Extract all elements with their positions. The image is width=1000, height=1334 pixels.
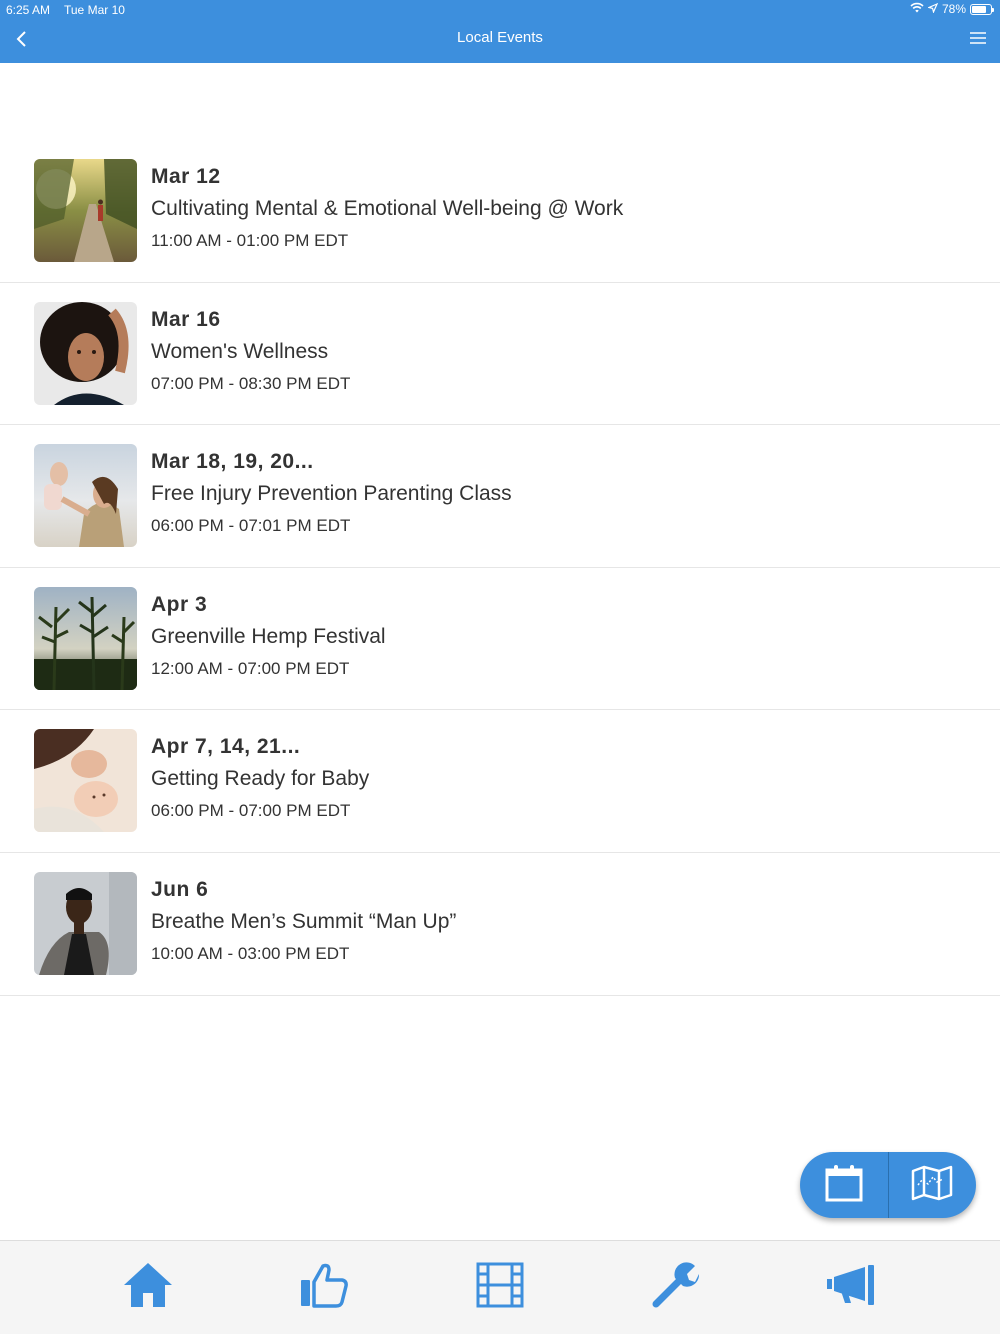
event-list-item[interactable]: Apr 7, 14, 21... Getting Ready for Baby … [0, 710, 1000, 853]
event-time: 12:00 AM - 07:00 PM EDT [151, 658, 350, 678]
home-icon [122, 1261, 174, 1314]
map-view-button[interactable] [889, 1152, 977, 1218]
event-date: Apr 3 [151, 592, 208, 616]
thumbs-up-icon [299, 1262, 349, 1313]
event-title: Free Injury Prevention Parenting Class [151, 482, 512, 506]
event-title: Greenville Hemp Festival [151, 624, 386, 648]
event-thumbnail-man-portrait [34, 871, 137, 975]
location-arrow-icon [927, 2, 939, 16]
status-bar: 6:25 AM Tue Mar 10 78% [0, 0, 1000, 20]
wrench-icon [651, 1260, 701, 1315]
tab-videos[interactable] [470, 1258, 530, 1318]
map-icon [911, 1165, 953, 1206]
bottom-tab-bar [0, 1240, 1000, 1334]
tab-home[interactable] [118, 1258, 178, 1318]
megaphone-icon [825, 1263, 879, 1312]
event-thumbnail-mother-baby [34, 729, 137, 833]
tab-likes[interactable] [294, 1258, 354, 1318]
battery-percent: 78% [941, 2, 966, 16]
event-text: Apr 7, 14, 21... Getting Ready for Baby … [151, 735, 369, 821]
tab-announcements[interactable] [822, 1258, 882, 1318]
wifi-icon [910, 2, 924, 16]
calendar-view-button[interactable] [800, 1152, 888, 1218]
menu-button[interactable] [968, 28, 990, 50]
event-title: Women's Wellness [151, 339, 329, 363]
event-list-item[interactable]: Mar 16 Women's Wellness 07:00 PM - 08:30… [0, 283, 1000, 426]
event-text: Mar 12 Cultivating Mental & Emotional We… [151, 165, 623, 251]
event-list-item[interactable]: Mar 18, 19, 20... Free Injury Prevention… [0, 425, 1000, 568]
event-date: Mar 16 [151, 307, 221, 331]
event-title: Breathe Men’s Summit “Man Up” [151, 909, 457, 933]
status-date: Tue Mar 10 [64, 3, 125, 17]
event-date: Apr 7, 14, 21... [151, 735, 301, 759]
status-time: 6:25 AM [6, 3, 51, 17]
event-date: Mar 18, 19, 20... [151, 450, 314, 474]
event-text: Jun 6 Breathe Men’s Summit “Man Up” 10:0… [151, 878, 456, 964]
event-time: 06:00 PM - 07:01 PM EDT [151, 516, 351, 536]
event-thumbnail-hemp-plants [34, 586, 137, 690]
event-title: Cultivating Mental & Emotional Well-bein… [151, 197, 624, 220]
event-time: 06:00 PM - 07:00 PM EDT [151, 801, 351, 821]
event-time: 07:00 PM - 08:30 PM EDT [151, 373, 351, 393]
event-thumbnail-path-walk [34, 159, 137, 262]
status-right: 78% [910, 2, 994, 16]
event-list-item[interactable]: Jun 6 Breathe Men’s Summit “Man Up” 10:0… [0, 853, 1000, 996]
view-toggle-group [800, 1152, 976, 1218]
event-time: 11:00 AM - 01:00 PM EDT [151, 231, 349, 250]
event-title: Getting Ready for Baby [151, 767, 370, 791]
event-text: Mar 18, 19, 20... Free Injury Prevention… [151, 450, 512, 536]
event-list-item[interactable]: Apr 3 Greenville Hemp Festival 12:00 AM … [0, 568, 1000, 711]
event-list-item[interactable]: Mar 12 Cultivating Mental & Emotional We… [0, 140, 1000, 283]
event-text: Mar 16 Women's Wellness 07:00 PM - 08:30… [151, 308, 350, 394]
battery-icon [970, 3, 994, 15]
event-text: Apr 3 Greenville Hemp Festival 12:00 AM … [151, 593, 386, 679]
film-icon [476, 1262, 524, 1313]
event-date: Jun 6 [151, 877, 209, 901]
event-thumbnail-mother-child [34, 444, 137, 548]
event-thumbnail-woman-portrait [34, 301, 137, 405]
hamburger-icon [968, 32, 988, 52]
page-title: Local Events [457, 29, 543, 46]
tab-tools[interactable] [646, 1258, 706, 1318]
event-time: 10:00 AM - 03:00 PM EDT [151, 943, 350, 963]
nav-bar: Local Events [0, 20, 1000, 63]
event-list: Mar 12 Cultivating Mental & Emotional We… [0, 140, 1000, 996]
calendar-icon [824, 1163, 864, 1208]
event-date: Mar 12 [151, 165, 221, 188]
